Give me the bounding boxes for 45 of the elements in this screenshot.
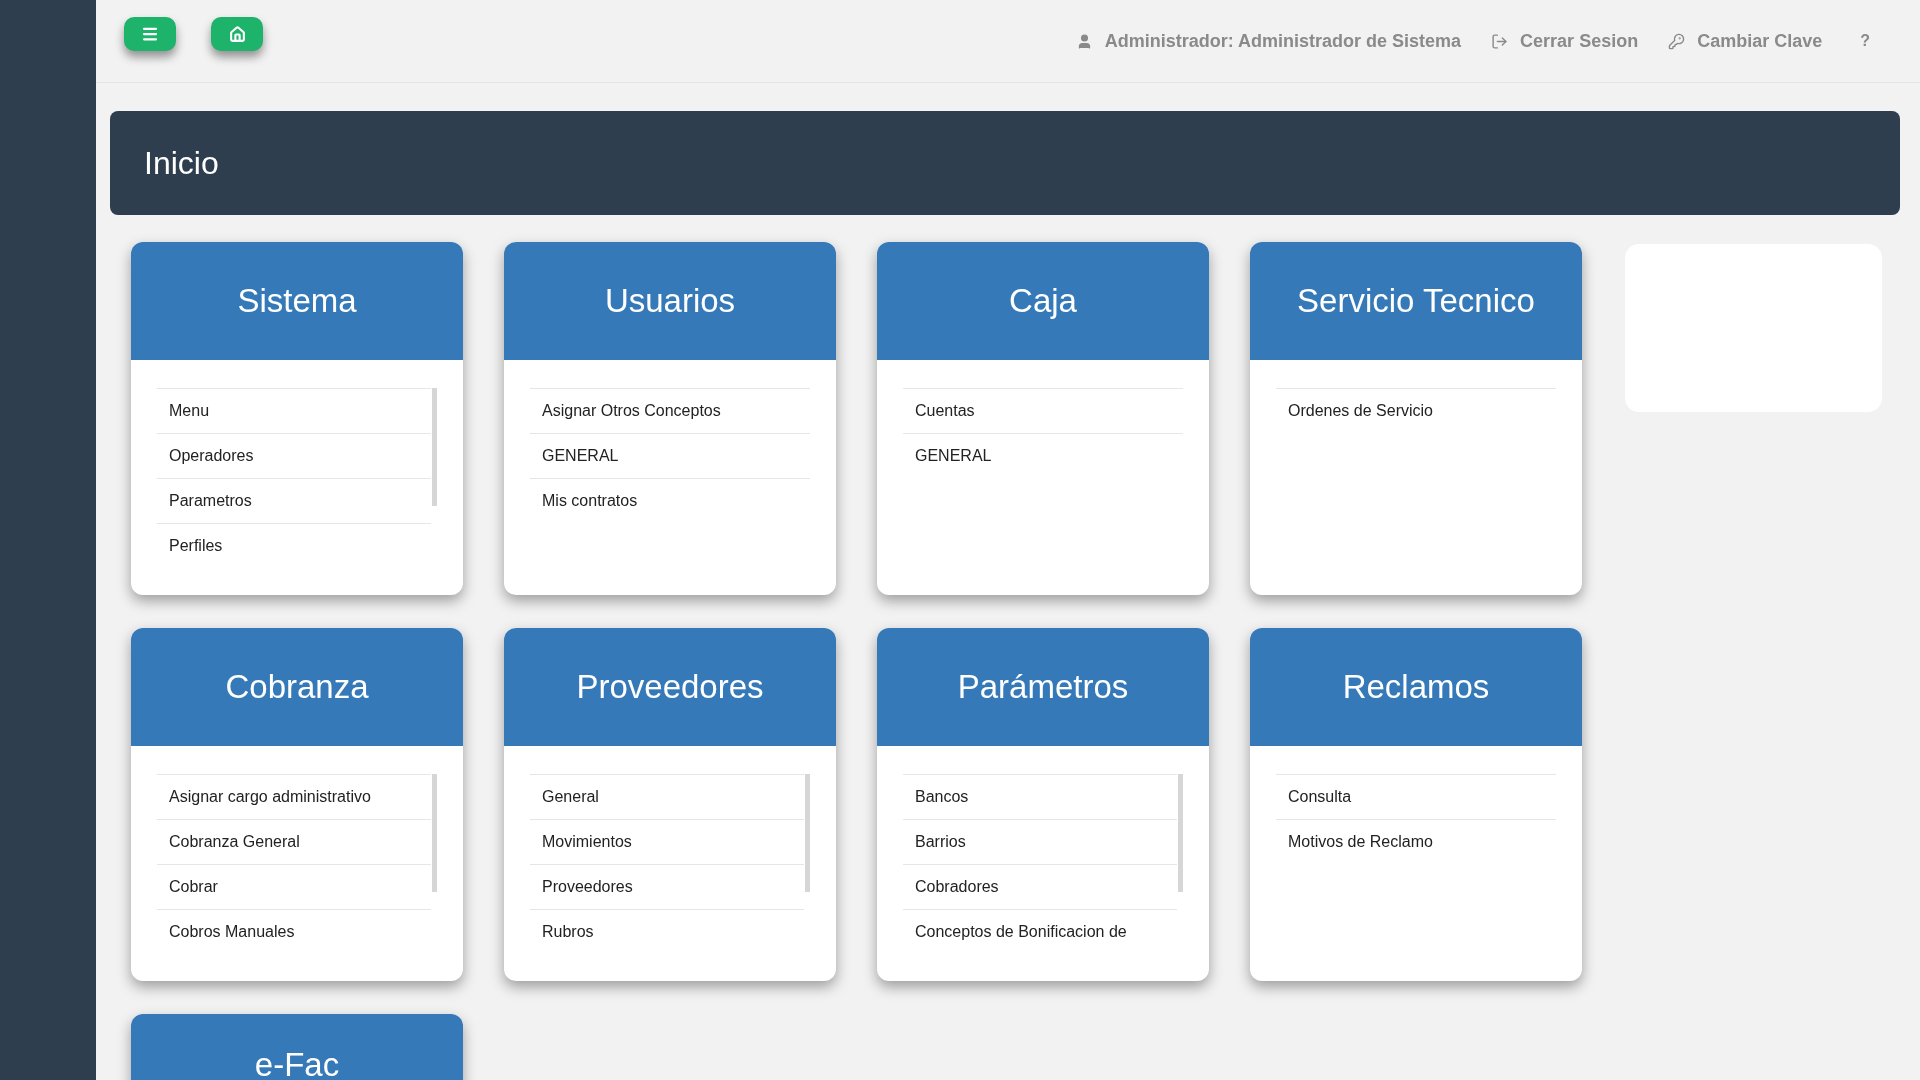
page-title: Inicio <box>144 144 219 183</box>
menu-link[interactable]: Asignar cargo administrativo <box>157 774 431 819</box>
menu-link[interactable]: Conceptos de Bonificacion de <box>903 909 1177 954</box>
menu-link[interactable]: Barrios <box>903 819 1177 864</box>
card-title: Caja <box>1009 281 1077 322</box>
scrollbar[interactable] <box>432 774 437 892</box>
menu-link[interactable]: Motivos de Reclamo <box>1276 819 1556 864</box>
card-title: Proveedores <box>576 667 764 708</box>
scrollbar[interactable] <box>1178 774 1183 892</box>
scrollbar[interactable] <box>432 388 437 506</box>
menu-link[interactable]: Cobradores <box>903 864 1177 909</box>
card-title: Servicio Tecnico <box>1297 281 1535 322</box>
card-title: Sistema <box>237 281 357 322</box>
menu-button[interactable] <box>124 17 176 51</box>
menu-link[interactable]: Rubros <box>530 909 804 954</box>
menu-link[interactable]: Perfiles <box>157 523 431 568</box>
menu-link[interactable]: Cuentas <box>903 388 1183 433</box>
menu-link[interactable]: Parametros <box>157 478 431 523</box>
card-title: Reclamos <box>1342 667 1490 708</box>
menu-link[interactable]: Cobrar <box>157 864 431 909</box>
menu-link[interactable]: Cobranza General <box>157 819 431 864</box>
menu-icon <box>141 25 159 43</box>
card-title: e-Fac <box>254 1045 340 1080</box>
menu-link[interactable]: GENERAL <box>903 433 1183 478</box>
menu-link[interactable]: Asignar Otros Conceptos <box>530 388 810 433</box>
menu-link[interactable]: Operadores <box>157 433 431 478</box>
menu-link[interactable]: General <box>530 774 804 819</box>
scrollbar[interactable] <box>805 774 810 892</box>
user-name: Administrador: Administrador de Sistema <box>1104 29 1462 53</box>
home-icon <box>228 25 246 43</box>
logout-icon <box>1491 32 1509 50</box>
menu-link[interactable]: Cobros Manuales <box>157 909 431 954</box>
menu-link[interactable]: Mis contratos <box>530 478 810 523</box>
card-title: Parámetros <box>957 667 1129 708</box>
menu-link[interactable]: GENERAL <box>530 433 810 478</box>
menu-link[interactable]: Consulta <box>1276 774 1556 819</box>
card-title: Cobranza <box>225 667 369 708</box>
menu-link[interactable]: Proveedores <box>530 864 804 909</box>
card-title: Usuarios <box>604 281 736 322</box>
menu-link[interactable]: Bancos <box>903 774 1177 819</box>
menu-link[interactable]: Ordenes de Servicio <box>1276 388 1556 433</box>
menu-link[interactable]: Menu <box>157 388 431 433</box>
menu-link[interactable]: Movimientos <box>530 819 804 864</box>
home-button[interactable] <box>211 17 263 51</box>
key-icon <box>1668 32 1686 50</box>
